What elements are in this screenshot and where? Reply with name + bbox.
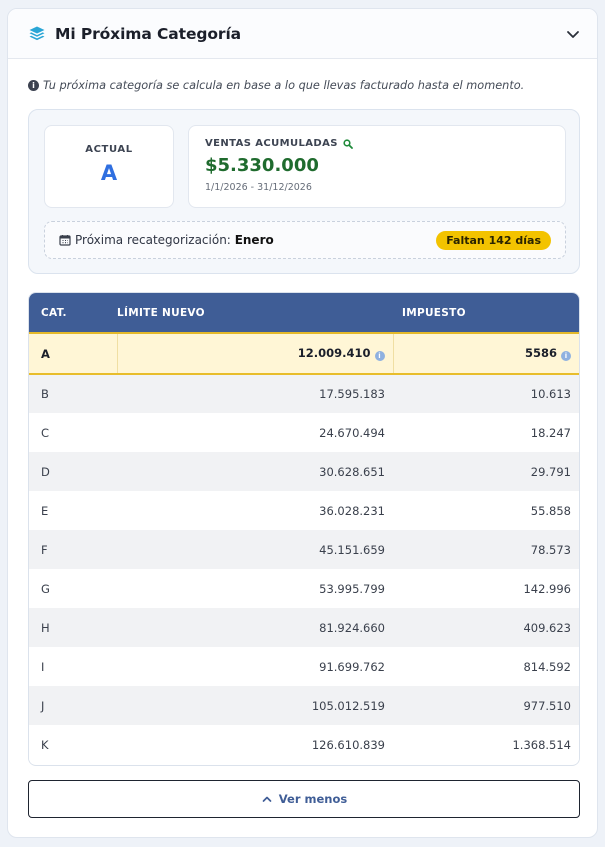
actual-category-box: ACTUAL A <box>44 125 174 208</box>
cell-limite: 30.628.651 <box>319 464 385 479</box>
search-icon[interactable] <box>343 138 353 149</box>
cell-impuesto: 78.573 <box>530 542 571 557</box>
layers-icon <box>28 25 46 43</box>
cell-cat: I <box>41 659 45 674</box>
recat-label: Próxima recategorización: <box>75 233 231 247</box>
ventas-label: VENTAS ACUMULADAS <box>205 138 338 149</box>
ventas-amount: $5.330.000 <box>205 155 319 176</box>
cell-limite: 36.028.231 <box>319 503 385 518</box>
categories-table: CAT. LÍMITE NUEVO IMPUESTO A 12.009.410 i… <box>28 292 580 766</box>
card-header[interactable]: Mi Próxima Categoría <box>8 9 597 59</box>
summary-panel: ACTUAL A VENTAS ACUMULADAS $5.330.000 1/… <box>28 109 580 274</box>
table-row: B 17.595.183 10.613 <box>29 374 579 413</box>
table-row: E 36.028.231 55.858 <box>29 491 579 530</box>
actual-value: A <box>100 161 118 185</box>
table-row: K 126.610.839 1.368.514 <box>29 725 579 764</box>
recategorizacion-row: Próxima recategorización: Enero Faltan 1… <box>44 221 566 259</box>
cell-cat: F <box>41 542 48 557</box>
recat-text: Próxima recategorización: Enero <box>75 233 436 247</box>
table-row: G 53.995.799 142.996 <box>29 569 579 608</box>
table-row: I 91.699.762 814.592 <box>29 647 579 686</box>
cell-limite: 17.595.183 <box>319 387 385 401</box>
actual-label: ACTUAL <box>85 144 133 155</box>
info-icon: i <box>28 80 39 91</box>
ver-menos-label: Ver menos <box>278 792 348 806</box>
info-icon[interactable]: i <box>561 351 571 361</box>
cell-limite: 24.670.494 <box>319 425 385 440</box>
cell-limite: 81.924.660 <box>319 620 385 635</box>
cell-impuesto: 10.613 <box>530 387 571 401</box>
info-note: i Tu próxima categoría se calcula en bas… <box>28 79 524 92</box>
cell-cat: K <box>41 737 49 752</box>
col-impuesto-header[interactable]: IMPUESTO <box>393 293 579 334</box>
table-row: H 81.924.660 409.623 <box>29 608 579 647</box>
cell-limite-value: 12.009.410 <box>297 346 371 360</box>
cell-limite: 45.151.659 <box>319 542 385 557</box>
cell-cat: H <box>41 620 50 635</box>
table-row-current[interactable]: A 12.009.410 i 5586 i <box>29 333 579 374</box>
cell-impuesto: 142.996 <box>523 581 571 596</box>
table-row: D 30.628.651 29.791 <box>29 452 579 491</box>
card-title: Mi Próxima Categoría <box>55 24 242 43</box>
cell-cat: A <box>41 346 50 361</box>
cell-limite: 12.009.410 i <box>116 333 394 374</box>
cell-limite: 126.610.839 <box>311 737 385 752</box>
cell-impuesto: 409.623 <box>523 620 571 635</box>
categoria-card: Mi Próxima Categoría i Tu próxima catego… <box>7 8 598 838</box>
cell-impuesto: 5586 i <box>393 333 579 374</box>
info-icon[interactable]: i <box>374 351 385 361</box>
cell-cat: G <box>41 581 50 596</box>
col-limite-header[interactable]: LÍMITE NUEVO <box>117 293 393 334</box>
cell-impuesto: 55.858 <box>530 503 571 518</box>
cell-impuesto: 18.247 <box>530 425 571 440</box>
cell-limite: 53.995.799 <box>319 581 385 596</box>
cell-limite: 105.012.519 <box>311 698 385 713</box>
table-row: J 105.012.519 977.510 <box>29 686 579 725</box>
table-row: F 45.151.659 78.573 <box>29 530 579 569</box>
ventas-box: VENTAS ACUMULADAS $5.330.000 1/1/2026 - … <box>188 125 566 208</box>
cell-impuesto: 1.368.514 <box>512 737 571 752</box>
cell-cat: J <box>41 698 45 713</box>
cell-impuesto: 814.592 <box>523 659 571 674</box>
recat-month: Enero <box>234 233 274 247</box>
cell-impuesto-value: 5586 <box>524 346 557 360</box>
ver-menos-button[interactable]: Ver menos <box>28 780 580 818</box>
calendar-icon <box>59 234 71 246</box>
cell-cat: B <box>41 387 49 401</box>
cell-cat: D <box>41 464 50 479</box>
info-text: Tu próxima categoría se calcula en base … <box>43 79 525 92</box>
col-cat-header[interactable]: CAT. <box>29 293 117 334</box>
cell-impuesto: 977.510 <box>523 698 571 713</box>
cell-cat: C <box>41 425 50 440</box>
chevron-up-icon <box>261 793 273 805</box>
ventas-range: 1/1/2026 - 31/12/2026 <box>205 182 312 193</box>
table-row: C 24.670.494 18.247 <box>29 413 579 452</box>
cell-impuesto: 29.791 <box>530 464 571 479</box>
ventas-label-row: VENTAS ACUMULADAS <box>205 138 565 149</box>
cell-limite: 91.699.762 <box>319 659 385 674</box>
chevron-down-icon[interactable] <box>565 26 581 42</box>
days-remaining-badge: Faltan 142 días <box>436 230 551 250</box>
table-header-row: CAT. LÍMITE NUEVO IMPUESTO <box>29 293 579 334</box>
cell-cat: E <box>41 503 49 518</box>
